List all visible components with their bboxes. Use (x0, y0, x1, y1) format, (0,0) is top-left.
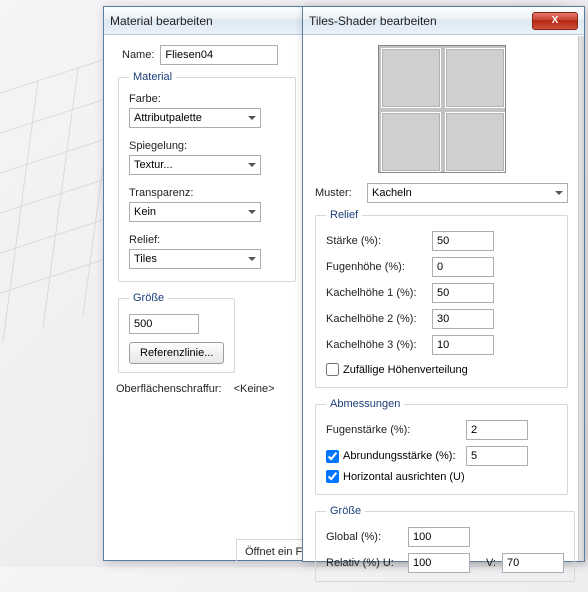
abmessungen-group: Abmessungen Fugenstärke (%): Abrundungss… (315, 398, 568, 495)
oberfl-schraffur-label: Oberflächenschraffur: (116, 383, 222, 395)
fugenstaerke-label: Fugenstärke (%): (326, 424, 466, 436)
groesse2-group: Größe Global (%): Relativ (%) U: V: (315, 505, 575, 582)
relativ-label: Relativ (%) U: (326, 557, 402, 569)
transparenz-label: Transparenz: (129, 187, 285, 199)
abrund-label: Abrundungsstärke (%): (343, 450, 456, 462)
relief-legend: Relief (326, 209, 362, 221)
kh3-label: Kachelhöhe 3 (%): (326, 339, 432, 351)
global-label: Global (%): (326, 531, 402, 543)
staerke-input[interactable] (432, 231, 494, 251)
farbe-label: Farbe: (129, 93, 285, 105)
spiegelung-combo[interactable]: Textur... (129, 155, 261, 175)
global-input[interactable] (408, 527, 470, 547)
close-icon: X (552, 15, 559, 26)
zufaellige-label: Zufällige Höhenverteilung (343, 364, 468, 376)
relief-group: Relief Stärke (%): Fugenhöhe (%): Kachel… (315, 209, 568, 388)
material-name-input[interactable] (160, 45, 278, 65)
muster-combo[interactable]: Kacheln (367, 183, 568, 203)
material-legend: Material (129, 71, 176, 83)
tiles-shader-window: Tiles-Shader bearbeiten X Muster: Kachel… (302, 6, 585, 562)
fugenhoehe-label: Fugenhöhe (%): (326, 261, 432, 273)
name-label: Name: (122, 49, 154, 61)
horizontal-label: Horizontal ausrichten (U) (343, 471, 465, 483)
window-title: Tiles-Shader bearbeiten (309, 14, 437, 28)
fugenstaerke-input[interactable] (466, 420, 528, 440)
kh1-input[interactable] (432, 283, 494, 303)
relief-combo[interactable]: Tiles (129, 249, 261, 269)
farbe-combo[interactable]: Attributpalette (129, 108, 261, 128)
window-title: Material bearbeiten (110, 14, 213, 28)
groesse-group: Größe Referenzlinie... (118, 292, 235, 373)
kh3-input[interactable] (432, 335, 494, 355)
groesse-legend: Größe (129, 292, 168, 304)
abrund-check[interactable] (326, 450, 339, 463)
close-button[interactable]: X (532, 12, 578, 30)
kh1-label: Kachelhöhe 1 (%): (326, 287, 432, 299)
relief-label: Relief: (129, 234, 285, 246)
titlebar-tiles[interactable]: Tiles-Shader bearbeiten X (303, 7, 584, 35)
kh2-label: Kachelhöhe 2 (%): (326, 313, 432, 325)
groesse-input[interactable] (129, 314, 199, 334)
abrund-input[interactable] (466, 446, 528, 466)
oberfl-schraffur-value: <Keine> (234, 383, 275, 395)
tiles-preview (378, 45, 506, 173)
scrollbar[interactable] (578, 36, 584, 561)
abmessungen-legend: Abmessungen (326, 398, 404, 410)
fugenhoehe-input[interactable] (432, 257, 494, 277)
muster-label: Muster: (315, 187, 361, 199)
relativ-v-input[interactable] (502, 553, 564, 573)
material-group: Material Farbe: Attributpalette Spiegelu… (118, 71, 296, 282)
relativ-u-input[interactable] (408, 553, 470, 573)
staerke-label: Stärke (%): (326, 235, 432, 247)
horizontal-check[interactable] (326, 470, 339, 483)
v-label: V: (486, 557, 496, 569)
zufaellige-check[interactable] (326, 363, 339, 376)
groesse2-legend: Größe (326, 505, 365, 517)
referenzlinie-button[interactable]: Referenzlinie... (129, 342, 224, 364)
transparenz-combo[interactable]: Kein (129, 202, 261, 222)
spiegelung-label: Spiegelung: (129, 140, 285, 152)
kh2-input[interactable] (432, 309, 494, 329)
